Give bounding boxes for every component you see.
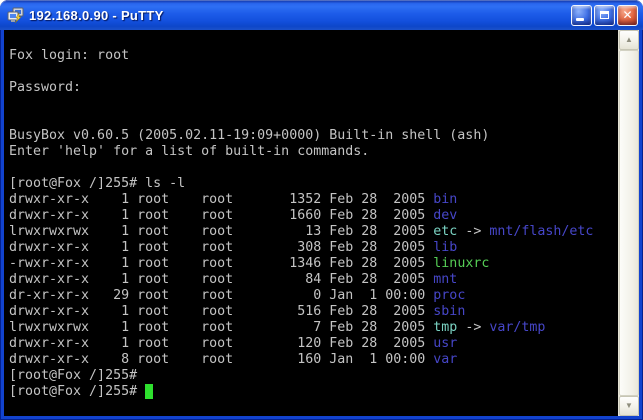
terminal-line: drwxr-xr-x 1 root root 1660 Feb 28 2005 … [9, 208, 618, 224]
minimize-icon [576, 18, 584, 21]
terminal-text-segment: Fox login: root [9, 48, 129, 63]
scroll-down-icon: ▼ [625, 402, 633, 410]
terminal-text-segment: BusyBox v0.60.5 (2005.02.11-19:09+0000) … [9, 128, 489, 143]
scrollbar[interactable]: ▲ ▼ [618, 30, 639, 416]
close-button[interactable]: ✕ [617, 5, 638, 26]
terminal-line: lrwxrwxrwx 1 root root 7 Feb 28 2005 tmp… [9, 320, 618, 336]
terminal-line [9, 96, 618, 112]
window-title: 192.168.0.90 - PuTTY [29, 8, 571, 23]
terminal-text-segment: linuxrc [433, 256, 489, 271]
terminal-line: drwxr-xr-x 8 root root 160 Jan 1 00:00 v… [9, 352, 618, 368]
terminal-text-segment: tmp [433, 320, 457, 335]
terminal-text-segment: drwxr-xr-x 1 root root 84 Feb 28 2005 [9, 272, 433, 287]
terminal-line: BusyBox v0.60.5 (2005.02.11-19:09+0000) … [9, 128, 618, 144]
terminal-line: drwxr-xr-x 1 root root 84 Feb 28 2005 mn… [9, 272, 618, 288]
terminal-line: Enter 'help' for a list of built-in comm… [9, 144, 618, 160]
terminal-text-segment: drwxr-xr-x 1 root root 308 Feb 28 2005 [9, 240, 433, 255]
terminal-line: drwxr-xr-x 1 root root 120 Feb 28 2005 u… [9, 336, 618, 352]
titlebar[interactable]: 192.168.0.90 - PuTTY ✕ [0, 0, 643, 30]
scroll-up-button[interactable]: ▲ [619, 30, 639, 50]
terminal-text-segment: -> [457, 320, 489, 335]
terminal-text-segment: drwxr-xr-x 8 root root 160 Jan 1 00:00 [9, 352, 433, 367]
terminal-line: [root@Fox /]255# [9, 368, 618, 384]
terminal-text-segment: -> [457, 224, 489, 239]
terminal-text-segment: [root@Fox /]255# ls -l [9, 176, 185, 191]
terminal-text-segment: [root@Fox /]255# [9, 368, 137, 383]
terminal-line: drwxr-xr-x 1 root root 308 Feb 28 2005 l… [9, 240, 618, 256]
scroll-down-button[interactable]: ▼ [619, 396, 639, 416]
terminal-text-segment: sbin [433, 304, 465, 319]
terminal-text-segment: drwxr-xr-x 1 root root 120 Feb 28 2005 [9, 336, 433, 351]
terminal-line: [root@Fox /]255# ls -l [9, 176, 618, 192]
maximize-button[interactable] [594, 5, 615, 26]
terminal-line: drwxr-xr-x 1 root root 516 Feb 28 2005 s… [9, 304, 618, 320]
minimize-button[interactable] [571, 5, 592, 26]
terminal-text-segment: lrwxrwxrwx 1 root root 13 Feb 28 2005 [9, 224, 433, 239]
terminal-text-segment: proc [433, 288, 465, 303]
terminal-line: dr-xr-xr-x 29 root root 0 Jan 1 00:00 pr… [9, 288, 618, 304]
window-controls: ✕ [571, 5, 638, 26]
terminal-text-segment: drwxr-xr-x 1 root root 1660 Feb 28 2005 [9, 208, 433, 223]
scroll-up-icon: ▲ [625, 36, 633, 44]
terminal-line: drwxr-xr-x 1 root root 1352 Feb 28 2005 … [9, 192, 618, 208]
terminal-text-segment: lib [433, 240, 457, 255]
terminal-line [9, 32, 618, 48]
terminal-text-segment: drwxr-xr-x 1 root root 1352 Feb 28 2005 [9, 192, 433, 207]
terminal-line: lrwxrwxrwx 1 root root 13 Feb 28 2005 et… [9, 224, 618, 240]
terminal-text-segment: dr-xr-xr-x 29 root root 0 Jan 1 00:00 [9, 288, 433, 303]
terminal-text-segment: [root@Fox /]255# [9, 384, 145, 399]
terminal-line [9, 64, 618, 80]
terminal-text-segment: etc [433, 224, 457, 239]
terminal-text-segment: var/tmp [489, 320, 545, 335]
maximize-icon [600, 11, 609, 19]
terminal-line: Fox login: root [9, 48, 618, 64]
terminal-text-segment: usr [433, 336, 457, 351]
terminal-text-segment: mnt/flash/etc [489, 224, 593, 239]
terminal-text-segment: mnt [433, 272, 457, 287]
terminal-text-segment: lrwxrwxrwx 1 root root 7 Feb 28 2005 [9, 320, 433, 335]
terminal-text-segment: drwxr-xr-x 1 root root 516 Feb 28 2005 [9, 304, 433, 319]
terminal-line [9, 112, 618, 128]
terminal-line: -rwxr-xr-x 1 root root 1346 Feb 28 2005 … [9, 256, 618, 272]
terminal-line [9, 160, 618, 176]
terminal-text-segment: Password: [9, 80, 81, 95]
terminal-text-segment: Enter 'help' for a list of built-in comm… [9, 144, 369, 159]
terminal-text-segment: -rwxr-xr-x 1 root root 1346 Feb 28 2005 [9, 256, 433, 271]
client-area: Fox login: root Password: BusyBox v0.60.… [4, 30, 639, 416]
terminal-text-segment: var [433, 352, 457, 367]
terminal-cursor [145, 384, 153, 399]
putty-icon[interactable] [7, 7, 25, 23]
terminal-text-segment: dev [433, 208, 457, 223]
terminal-line: [root@Fox /]255# [9, 384, 618, 400]
putty-window: 192.168.0.90 - PuTTY ✕ Fox login: root P… [0, 0, 643, 420]
terminal-text-segment: bin [433, 192, 457, 207]
terminal-line: Password: [9, 80, 618, 96]
close-icon: ✕ [622, 9, 632, 21]
scrollbar-thumb[interactable] [619, 50, 639, 396]
terminal-screen[interactable]: Fox login: root Password: BusyBox v0.60.… [4, 30, 618, 416]
